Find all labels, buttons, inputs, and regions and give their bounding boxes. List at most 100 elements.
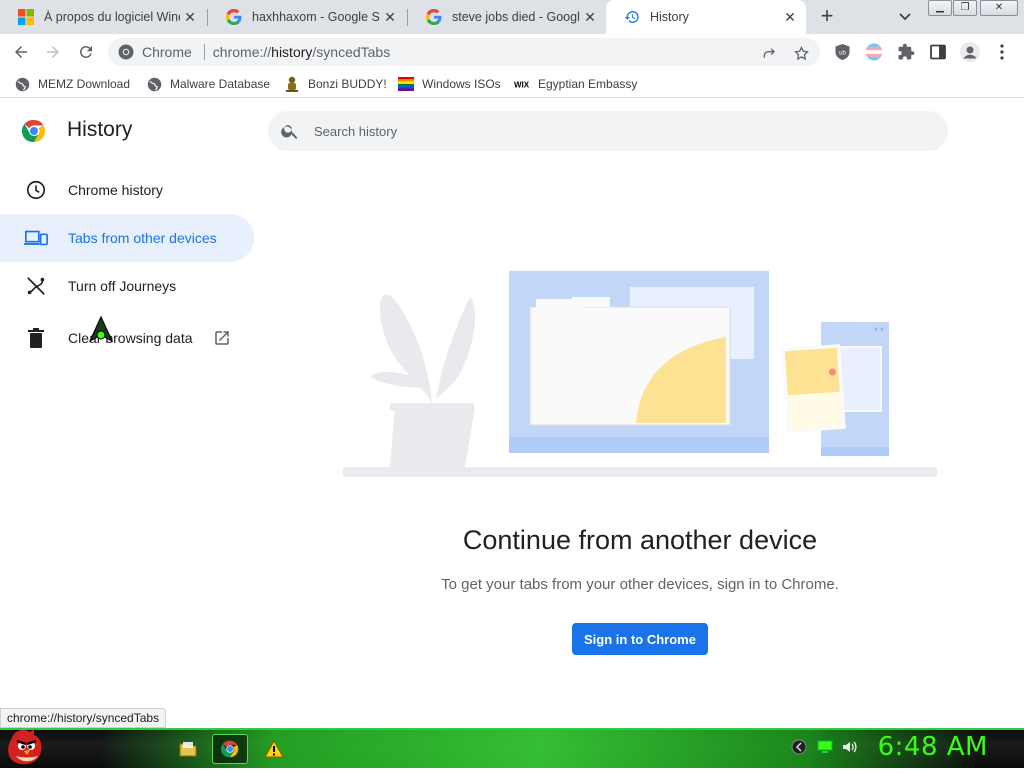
sidebar-item-label: Clear browsing data xyxy=(68,330,193,346)
bookmark-memz[interactable]: MEMZ Download xyxy=(14,76,130,92)
bookmark-malware-database[interactable]: Malware Database xyxy=(146,76,270,92)
page-title: History xyxy=(67,118,133,141)
devices-icon xyxy=(24,226,48,250)
sidebar-item-label: Turn off Journeys xyxy=(68,278,177,294)
plant-illustration xyxy=(370,294,476,467)
history-page: History Chrome history Tabs from other d… xyxy=(0,99,1024,729)
new-tab-button[interactable]: + xyxy=(815,5,839,29)
back-button[interactable] xyxy=(9,40,33,64)
site-info-chip[interactable]: Chrome xyxy=(108,44,192,60)
bookmark-label: Malware Database xyxy=(170,77,271,91)
taskbar-top-border xyxy=(0,728,1024,730)
rainbow-flag-icon xyxy=(398,76,414,92)
chrome-logo-icon xyxy=(21,119,46,143)
laptop-illustration xyxy=(509,271,769,453)
tab-google-search-1[interactable]: haxhhaxom - Google Search ✕ xyxy=(208,0,406,34)
tab-google-search-2[interactable]: steve jobs died - Google Search ✕ xyxy=(408,0,606,34)
tab-windows-about[interactable]: À propos du logiciel Windows ✕ xyxy=(0,0,206,34)
tray-monitor-icon[interactable] xyxy=(816,738,834,756)
bookmark-label: Bonzi BUDDY! xyxy=(308,77,387,91)
globe-icon xyxy=(14,76,30,92)
start-button-angry-bird-icon[interactable] xyxy=(4,728,48,768)
sidebar-item-label: Chrome history xyxy=(68,182,163,198)
bonzi-icon xyxy=(284,76,300,92)
forward-button[interactable] xyxy=(41,40,65,64)
tab-title: History xyxy=(650,10,689,24)
tab-search-chevron-icon[interactable] xyxy=(895,8,915,26)
search-icon xyxy=(281,125,298,139)
chrome-logo-icon xyxy=(118,44,134,60)
svg-text:ub: ub xyxy=(839,51,846,57)
browser-toolbar: Chrome chrome://history/syncedTabs ub xyxy=(0,34,1024,70)
tab-strip: À propos du logiciel Windows ✕ haxhhaxom… xyxy=(0,0,1024,34)
close-tab-icon[interactable]: ✕ xyxy=(180,7,200,27)
google-g-icon xyxy=(426,9,442,25)
chrome-taskbar-icon[interactable] xyxy=(212,734,248,764)
close-window-button[interactable]: ✕ xyxy=(980,0,1018,16)
taskbar-clock[interactable]: 6:48 AM xyxy=(878,732,988,762)
google-g-icon xyxy=(226,9,242,25)
reload-button[interactable] xyxy=(74,40,98,64)
bookmarks-bar: MEMZ Download Malware Database Bonzi BUD… xyxy=(0,70,1024,98)
close-tab-icon[interactable]: ✕ xyxy=(580,7,600,27)
maximize-button[interactable]: ❐ xyxy=(953,0,977,16)
mouse-cursor-icon xyxy=(88,315,114,343)
side-panel-icon[interactable] xyxy=(928,42,948,62)
share-icon[interactable] xyxy=(760,44,778,62)
omnibox-divider xyxy=(203,44,205,60)
tab-title: haxhhaxom - Google Search xyxy=(252,10,380,24)
bookmark-bonzi-buddy[interactable]: Bonzi BUDDY! xyxy=(284,76,387,92)
close-tab-icon[interactable]: ✕ xyxy=(380,7,400,27)
back-arrow-icon xyxy=(15,46,27,58)
bookmark-label: Windows ISOs xyxy=(422,77,501,91)
site-chip-label: Chrome xyxy=(142,44,192,60)
tab-title: steve jobs died - Google Search xyxy=(452,10,580,24)
empty-state-heading: Continue from another device xyxy=(462,525,818,555)
trash-icon xyxy=(24,326,48,350)
close-tab-icon[interactable]: ✕ xyxy=(780,7,800,27)
history-icon xyxy=(624,9,640,25)
sidebar-item-tabs-other-devices[interactable]: Tabs from other devices xyxy=(0,214,254,262)
address-bar[interactable]: Chrome chrome://history/syncedTabs xyxy=(108,38,820,66)
menu-kebab-icon[interactable] xyxy=(992,42,1012,62)
url-host: history xyxy=(271,44,313,60)
file-explorer-taskbar-icon[interactable] xyxy=(170,734,206,764)
empty-state-subtext: To get your tabs from your other devices… xyxy=(441,576,839,593)
profile-avatar[interactable] xyxy=(960,42,980,62)
external-link-icon xyxy=(213,329,231,347)
bookmark-star-icon[interactable] xyxy=(792,44,810,62)
search-box[interactable] xyxy=(268,111,948,151)
tab-title: À propos du logiciel Windows xyxy=(44,10,180,24)
phone-card-illustration xyxy=(781,343,846,433)
sidebar-item-chrome-history[interactable]: Chrome history xyxy=(0,166,254,214)
sync-devices-illustration xyxy=(343,271,937,477)
taskbar: 6:48 AM xyxy=(0,728,1024,768)
sidebar-item-clear-browsing-data[interactable]: Clear browsing data xyxy=(0,314,254,362)
shelf xyxy=(343,467,937,477)
bookmark-windows-isos[interactable]: Windows ISOs xyxy=(398,76,501,92)
sidebar-item-turn-off-journeys[interactable]: Turn off Journeys xyxy=(0,262,254,310)
extensions-puzzle-icon[interactable] xyxy=(896,42,916,62)
bookmark-label: MEMZ Download xyxy=(38,77,131,91)
tab-history[interactable]: History ✕ xyxy=(606,0,806,34)
journeys-off-icon xyxy=(24,274,48,298)
trans-flag-extension-icon[interactable] xyxy=(864,42,884,62)
sign-in-button[interactable]: Sign in to Chrome xyxy=(572,623,708,655)
bookmark-label: Egyptian Embassy xyxy=(538,77,638,91)
wix-icon: WIX xyxy=(514,76,530,92)
minimize-button[interactable]: ▁ xyxy=(928,0,952,16)
ublock-shield-icon[interactable]: ub xyxy=(832,42,852,62)
svg-text:WIX: WIX xyxy=(514,81,530,90)
url-scheme: chrome:// xyxy=(212,44,272,60)
forward-arrow-icon xyxy=(47,46,59,58)
tray-network-icon[interactable] xyxy=(790,738,808,756)
clock-icon xyxy=(24,178,48,202)
warning-taskbar-icon[interactable] xyxy=(256,734,292,764)
search-input[interactable] xyxy=(314,123,948,139)
tray-volume-icon[interactable] xyxy=(840,738,858,756)
bookmark-egyptian-embassy[interactable]: WIX Egyptian Embassy xyxy=(514,76,637,92)
globe-icon xyxy=(146,76,162,92)
url-path: /syncedTabs xyxy=(312,44,391,60)
url-text[interactable]: chrome://history/syncedTabs xyxy=(213,44,820,60)
sidebar-item-label: Tabs from other devices xyxy=(68,230,217,246)
